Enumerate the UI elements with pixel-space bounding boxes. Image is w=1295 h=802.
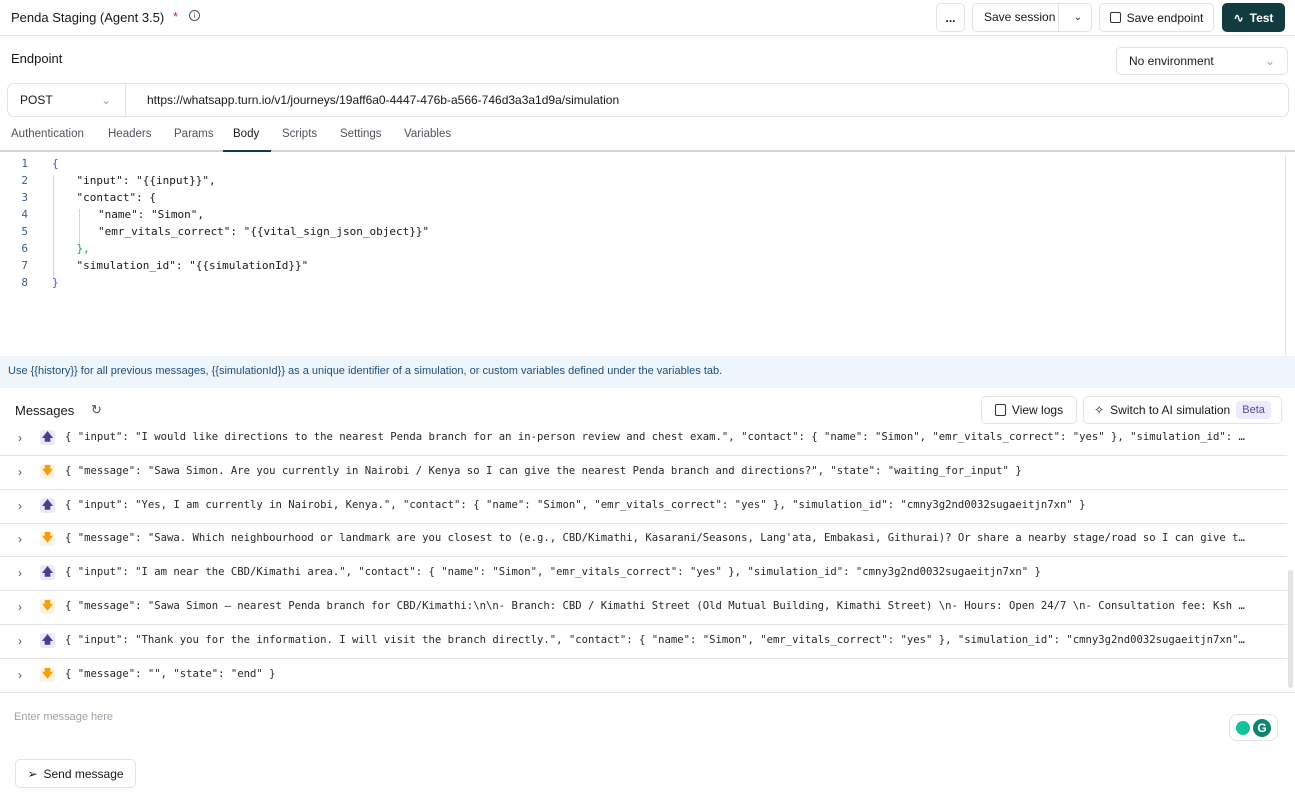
tab-scripts[interactable]: Scripts (282, 128, 317, 140)
message-row[interactable]: › 🡇 { "message": "Sawa. Which neighbourh… (0, 523, 1287, 558)
chevron-down-icon: ⌄ (100, 93, 111, 107)
method-select[interactable]: POST ⌄ (8, 84, 126, 116)
code-line: { (52, 157, 59, 170)
tab-settings[interactable]: Settings (340, 128, 382, 140)
message-row[interactable]: › 🡅 { "input": "I am near the CBD/Kimath… (0, 557, 1287, 592)
message-text: { "message": "Sawa Simon — nearest Penda… (65, 600, 1245, 612)
beta-badge: Beta (1236, 401, 1271, 419)
test-button[interactable]: ∿ Test (1222, 3, 1285, 32)
request-line: POST ⌄ https://whatsapp.turn.io/v1/journ… (7, 83, 1289, 117)
chevron-right-icon[interactable]: › (18, 566, 22, 580)
chevron-right-icon[interactable]: › (18, 499, 22, 513)
method-value: POST (20, 93, 53, 107)
message-input[interactable]: Enter message here (14, 711, 113, 723)
code-line: } (52, 276, 59, 289)
save-icon (1109, 12, 1121, 23)
activity-icon: ∿ (1233, 10, 1244, 25)
arrow-down-icon: 🡇 (40, 531, 55, 547)
send-message-label: Send message (43, 766, 124, 781)
grammarly-icon: G (1253, 718, 1271, 737)
message-row[interactable]: › 🡅 { "input": "Thank you for the inform… (0, 625, 1287, 659)
tab-params[interactable]: Params (174, 128, 214, 140)
message-text: { "input": "I am near the CBD/Kimathi ar… (65, 566, 1041, 579)
scrollbar[interactable] (1288, 570, 1293, 688)
arrow-up-icon: 🡅 (40, 565, 55, 581)
chevron-right-icon[interactable]: › (18, 634, 22, 648)
message-text: { "input": "Thank you for the informatio… (65, 633, 1245, 646)
message-text: { "message": "", "state": "end" } (65, 667, 276, 680)
chevron-right-icon[interactable]: › (18, 668, 22, 682)
endpoint-heading: Endpoint (11, 51, 63, 66)
tab-headers[interactable]: Headers (108, 128, 151, 140)
message-row[interactable]: › 🡅 { "input": "Yes, I am currently in N… (0, 490, 1287, 524)
message-text: { "message": "Sawa Simon. Are you curren… (65, 464, 1022, 477)
chevron-down-icon[interactable]: ⌄ (1065, 12, 1091, 23)
code-line: "input": "{{input}}", (50, 174, 216, 187)
info-icon[interactable]: i (189, 10, 200, 21)
tabs-divider (0, 150, 1295, 152)
code-line: "contact": { (50, 191, 156, 204)
message-row[interactable]: › 🡇 { "message": "Sawa Simon — nearest P… (0, 591, 1287, 625)
message-row[interactable]: › 🡇 { "message": "Sawa Simon. Are you cu… (0, 456, 1287, 490)
chevron-right-icon[interactable]: › (18, 532, 22, 546)
tab-authentication[interactable]: Authentication (11, 128, 84, 140)
top-bar: Penda Staging (Agent 3.5) * i ... Save s… (0, 0, 1295, 36)
message-text: { "message": "Sawa. Which neighbourhood … (65, 532, 1245, 545)
page-title: Penda Staging (Agent 3.5) (11, 10, 165, 25)
view-logs-button[interactable]: View logs (981, 396, 1077, 424)
code-line: "emr_vitals_correct": "{{vital_sign_json… (45, 225, 430, 238)
more-button[interactable]: ... (936, 3, 965, 32)
code-line: }, (50, 242, 90, 255)
message-text: { "input": "Yes, I am currently in Nairo… (65, 498, 1086, 511)
arrow-down-icon: 🡇 (40, 599, 55, 614)
arrow-down-icon: 🡇 (40, 463, 55, 479)
chevron-right-icon[interactable]: › (18, 600, 22, 614)
chevron-right-icon[interactable]: › (18, 465, 22, 479)
active-tab-indicator (223, 150, 271, 152)
message-text: { "input": "I would like directions to t… (65, 431, 1245, 443)
url-input[interactable]: https://whatsapp.turn.io/v1/journeys/19a… (132, 93, 619, 107)
save-endpoint-button[interactable]: Save endpoint (1099, 3, 1214, 32)
panel-icon (994, 404, 1006, 416)
test-label: Test (1249, 10, 1274, 25)
chevron-down-icon: ⌄ (1264, 54, 1275, 68)
messages-heading: Messages (15, 403, 75, 418)
environment-value: No environment (1129, 54, 1214, 68)
arrow-up-icon: 🡅 (40, 430, 55, 445)
switch-ai-label: Switch to AI simulation (1110, 403, 1231, 417)
arrow-down-icon: 🡇 (40, 666, 55, 682)
save-session-button[interactable]: Save session (973, 4, 1059, 31)
send-message-button[interactable]: ➢ Send message (15, 759, 136, 788)
environment-select[interactable]: No environment ⌄ (1116, 47, 1288, 75)
send-icon: ➢ (27, 766, 38, 781)
sparkles-icon: ✧ (1094, 403, 1105, 417)
tab-body[interactable]: Body (233, 128, 259, 140)
chevron-right-icon[interactable]: › (18, 431, 22, 445)
hint-banner: Use {{history}} for all previous message… (0, 356, 1295, 388)
message-row[interactable]: › 🡅 { "input": "I would like directions … (0, 422, 1287, 456)
refresh-icon[interactable]: ↻ (91, 402, 102, 418)
tab-variables[interactable]: Variables (404, 128, 451, 140)
unsaved-marker: * (173, 9, 179, 24)
view-logs-label: View logs (1011, 403, 1064, 417)
arrow-up-icon: 🡅 (40, 632, 55, 648)
code-line: "simulation_id": "{{simulationId}}" (50, 259, 309, 272)
code-line: "name": "Simon", (45, 208, 204, 221)
save-session-group: Save session ⌄ (972, 3, 1092, 32)
switch-ai-simulation-button[interactable]: ✧ Switch to AI simulation Beta (1083, 396, 1282, 424)
grammarly-widget[interactable]: G (1229, 714, 1278, 741)
message-row[interactable]: › 🡇 { "message": "", "state": "end" } (0, 659, 1287, 693)
arrow-up-icon: 🡅 (40, 497, 55, 513)
save-endpoint-label: Save endpoint (1126, 10, 1204, 25)
lightbulb-icon (1236, 720, 1250, 735)
